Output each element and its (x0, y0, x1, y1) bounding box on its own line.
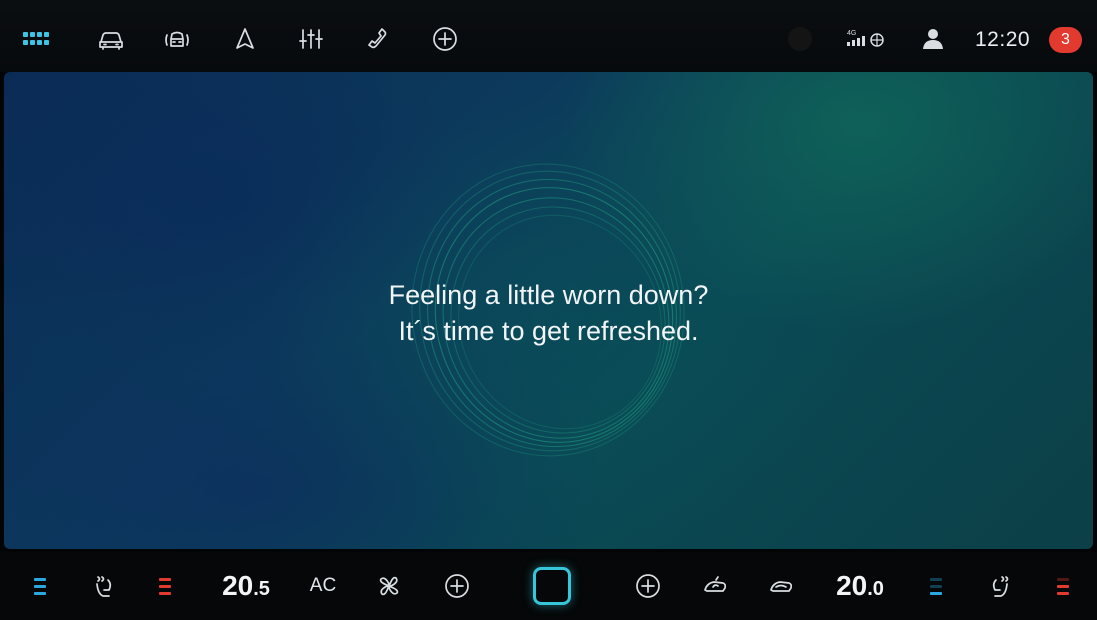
left-temp-integer: 20 (222, 570, 254, 601)
phone-icon[interactable] (362, 24, 392, 54)
wellness-prompt-panel: Feeling a little worn down? It´s time to… (4, 72, 1093, 549)
notification-badge[interactable]: 3 (1049, 27, 1082, 53)
network-label: 4G (847, 30, 856, 37)
navigation-icon[interactable] (230, 24, 260, 54)
right-seat-icon[interactable] (984, 568, 1018, 604)
car-icon[interactable] (96, 24, 126, 54)
wellness-headline: Feeling a little worn down? It´s time to… (4, 277, 1093, 349)
right-temp-decimal: .0 (867, 578, 884, 600)
clock: 12:20 (975, 28, 1031, 51)
climate-add-right-icon[interactable] (631, 568, 665, 604)
left-temperature[interactable]: 20.5 (214, 568, 278, 604)
right-temperature[interactable]: 20.0 (828, 568, 892, 604)
apps-grid-icon[interactable] (20, 24, 50, 54)
climate-add-left-icon[interactable] (440, 568, 474, 604)
left-seat-ventilation-level[interactable] (32, 568, 48, 604)
infotainment-screen: 4G 12:20 3 Feeling a little worn down? I… (0, 0, 1097, 620)
status-bar: 4G 12:20 3 (0, 0, 1097, 72)
ac-button[interactable]: AC (306, 568, 340, 604)
air-circulation-icon[interactable] (764, 568, 798, 604)
profile-icon[interactable] (918, 24, 948, 54)
signal-4g-icon: 4G (846, 24, 888, 54)
right-seat-heating-level[interactable] (1055, 568, 1071, 604)
home-button[interactable] (533, 567, 571, 605)
headline-line-2: It´s time to get refreshed. (398, 316, 699, 346)
right-temp-integer: 20 (836, 570, 868, 601)
ac-label: AC (309, 575, 337, 596)
car-assist-icon[interactable] (162, 24, 192, 54)
fan-icon[interactable] (372, 568, 406, 604)
equalizer-icon[interactable] (296, 24, 326, 54)
status-indicator (788, 27, 812, 51)
add-icon[interactable] (430, 24, 460, 54)
left-seat-heating-level[interactable] (157, 568, 173, 604)
left-temp-decimal: .5 (253, 578, 270, 600)
right-seat-ventilation-level[interactable] (928, 568, 944, 604)
left-seat-ventilation-icon[interactable] (86, 568, 120, 604)
air-recirculation-icon[interactable] (698, 568, 732, 604)
headline-line-1: Feeling a little worn down? (388, 280, 709, 310)
